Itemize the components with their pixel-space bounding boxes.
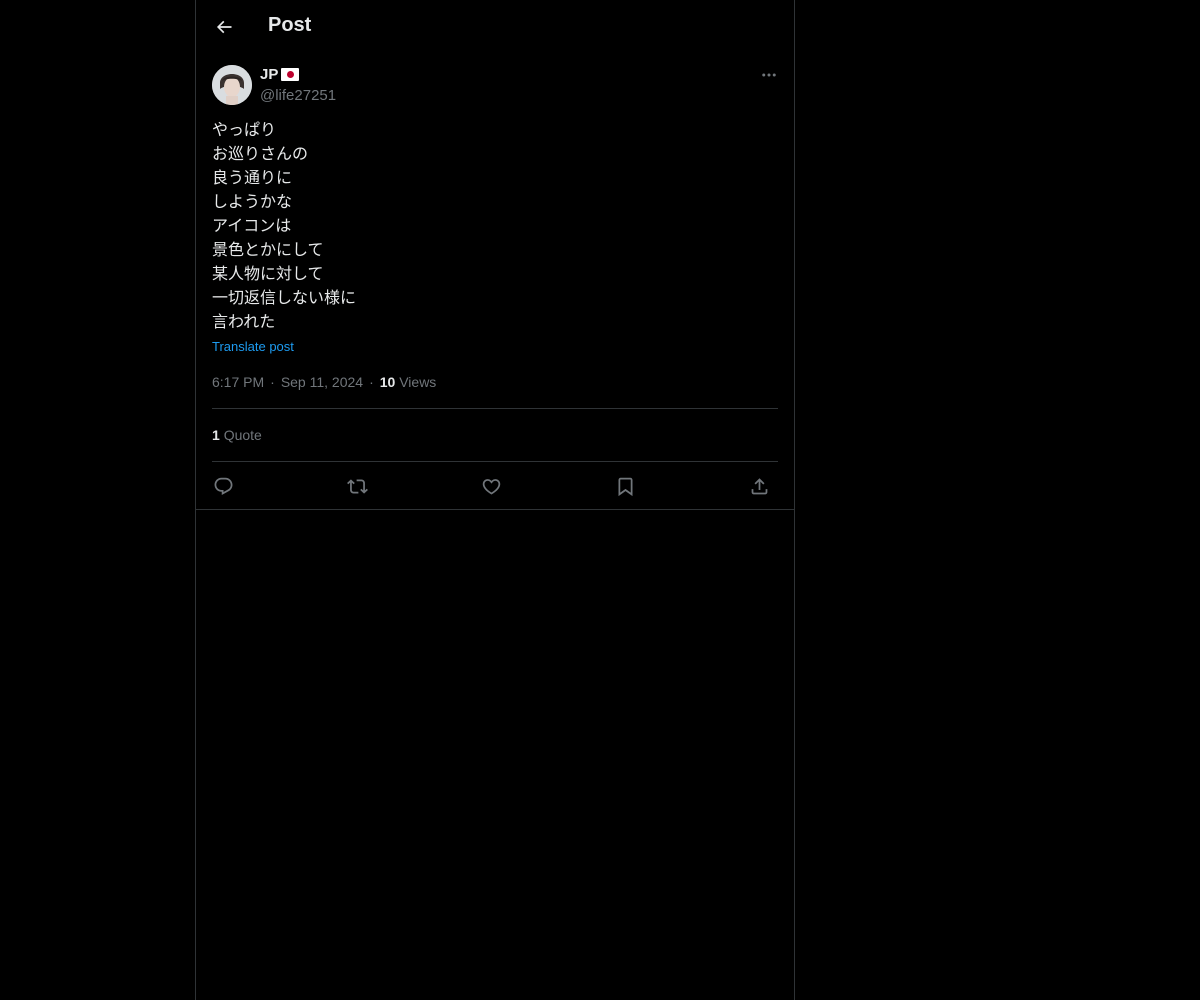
meta-separator: · [270, 374, 275, 390]
repost-button[interactable] [344, 473, 370, 499]
quotes-label: Quote [223, 427, 262, 443]
post-text: やっぱり お巡りさんの 良う通りに しようかな アイコンは 景色とかにして 某人… [212, 122, 357, 331]
quotes-count: 1 [212, 427, 220, 443]
heart-icon [482, 478, 500, 495]
divider [196, 509, 794, 510]
views-stat: 10 Views [380, 374, 437, 390]
author-handle[interactable]: @life27251 [260, 87, 336, 104]
post-column: Post JP @life27251 やっぱり お巡りさんの 良う通りに しよう… [195, 0, 795, 1000]
views-count: 10 [379, 374, 396, 390]
repost-icon [346, 478, 368, 494]
back-button[interactable] [210, 13, 238, 41]
reply-icon [214, 477, 232, 495]
share-button[interactable] [746, 473, 772, 499]
arrow-left-icon [216, 20, 232, 34]
japan-flag-icon [281, 68, 300, 81]
quotes-stat[interactable]: 1 Quote [212, 427, 262, 443]
divider [212, 408, 778, 409]
post-meta: 6:17 PM · Sep 11, 2024 · 10 Views [212, 374, 436, 390]
share-icon [751, 477, 767, 494]
action-bar [212, 473, 778, 499]
bookmark-button[interactable] [612, 473, 638, 499]
translate-post-link[interactable]: Translate post [212, 339, 294, 354]
post-date[interactable]: Sep 11, 2024 [281, 374, 363, 390]
divider [212, 461, 778, 462]
views-label: Views [399, 374, 437, 390]
author-name-text: JP [260, 66, 279, 83]
post-header: Post [196, 0, 794, 53]
meta-separator: · [369, 374, 374, 390]
reply-button[interactable] [210, 473, 236, 499]
more-options-button[interactable] [758, 64, 780, 86]
bookmark-icon [618, 477, 632, 496]
like-button[interactable] [478, 473, 504, 499]
page-title: Post [268, 14, 312, 36]
post-time[interactable]: 6:17 PM [212, 374, 264, 390]
more-horizontal-icon [762, 73, 776, 77]
author-name[interactable]: JP [260, 66, 300, 83]
avatar[interactable] [212, 65, 252, 105]
avatar-image [212, 65, 252, 105]
